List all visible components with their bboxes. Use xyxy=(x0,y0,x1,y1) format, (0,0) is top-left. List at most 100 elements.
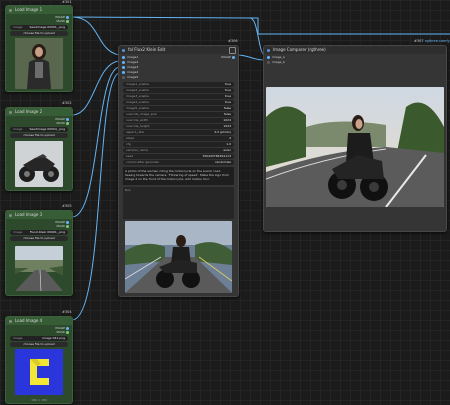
image-file-select[interactable]: image Seedimage 00001_.png xyxy=(10,25,68,30)
node-title-bar[interactable]: Image Comparer (rgthree) xyxy=(264,46,446,54)
image-file-select[interactable]: image image 041.png xyxy=(10,336,68,341)
widget-key: cfg xyxy=(126,142,131,146)
image-file-select[interactable]: image Seedimage 00004_.png xyxy=(10,127,68,132)
node-title: Load Image 3 xyxy=(15,212,43,217)
node-title-bar[interactable]: Load Image 2 xyxy=(6,108,72,116)
status-panel: Run xyxy=(123,187,234,219)
image-file-select[interactable]: image Flux2-Klein 00001_.png xyxy=(10,230,68,235)
upload-button[interactable]: choose file to upload xyxy=(10,236,68,241)
widget-value: false xyxy=(223,112,231,116)
widget-key: seed xyxy=(126,154,134,158)
node-title: Image Comparer (rgthree) xyxy=(273,47,326,52)
node-id: #304 xyxy=(62,310,72,314)
widget-image5-enable[interactable]: image5_enable false xyxy=(123,106,234,111)
widget-key: aspect_ratio xyxy=(126,130,145,134)
widget-value: 3:2 (photo) xyxy=(214,130,231,134)
widget-key: image xyxy=(13,230,23,234)
node-id: #302 xyxy=(62,101,72,105)
widget-value: true xyxy=(224,88,231,92)
widget-image3-enable[interactable]: image3_enable true xyxy=(123,94,234,99)
node-title-bar[interactable]: Load Image 4 xyxy=(6,317,72,325)
widget-seed[interactable]: seed 700443784391113 xyxy=(123,154,234,159)
widget-key: image xyxy=(13,25,23,29)
flux-klein-edit-node[interactable]: fal Flux2 Klein Edit image1 image2 image… xyxy=(118,45,239,297)
widget-key: override_width xyxy=(126,118,149,122)
widget-value: 700443784391113 xyxy=(202,154,231,158)
node-canvas[interactable]: Load Image 1 IMAGE MASK image Seedimage … xyxy=(0,0,450,405)
widget-key: image1_enable xyxy=(126,82,149,86)
load-image-1-node[interactable]: Load Image 1 IMAGE MASK image Seedimage … xyxy=(5,5,73,92)
widget-value: Seedimage 00004_.png xyxy=(29,127,65,131)
input-slots: image1 image2 image3 image4 image5 xyxy=(119,55,179,80)
comparison-image[interactable] xyxy=(266,87,444,207)
load-image-4-node[interactable]: Load Image 4 IMAGE MASK image image 041.… xyxy=(5,316,73,404)
widget-key: image3_enable xyxy=(126,94,149,98)
widget-cfg[interactable]: cfg 1.0 xyxy=(123,142,234,147)
logo-c-icon xyxy=(15,349,63,395)
widget-key: sampler_name xyxy=(126,148,149,152)
widget-value: 4 xyxy=(229,136,231,140)
logo-preview-image xyxy=(15,349,63,395)
collapse-dot[interactable] xyxy=(122,48,125,52)
widget-value: 1024 xyxy=(223,124,231,128)
generated-moto-image xyxy=(125,221,232,293)
widget-override-image-size[interactable]: override_image_size false xyxy=(123,112,234,117)
widget-control-after-generate[interactable]: control after generate randomize xyxy=(123,160,234,165)
widget-key: override_height xyxy=(126,124,150,128)
prompt-textarea[interactable]: A photo of the woman riding the motorcyc… xyxy=(123,167,234,185)
widget-key: image xyxy=(13,127,23,131)
node-title-bar[interactable]: Load Image 1 xyxy=(6,6,72,14)
widget-image4-enable[interactable]: image4_enable true xyxy=(123,100,234,105)
output-mask[interactable]: MASK xyxy=(56,121,69,125)
widget-override-height[interactable]: override_height 1024 xyxy=(123,124,234,129)
collapse-dot[interactable] xyxy=(9,110,12,114)
input-slot-image-b[interactable]: image_b xyxy=(264,60,285,65)
widget-value: euler xyxy=(223,148,231,152)
widget-override-width[interactable]: override_width 1024 xyxy=(123,118,234,123)
widget-key: control after generate xyxy=(126,160,159,164)
widget-key: image5_enable xyxy=(126,106,149,110)
output-image[interactable]: IMAGE xyxy=(221,55,235,59)
widget-aspect-ratio[interactable]: aspect_ratio 3:2 (photo) xyxy=(123,130,234,135)
collapse-dot[interactable] xyxy=(9,319,12,323)
motorcycle-image xyxy=(15,141,63,187)
comparison-moto-image xyxy=(266,87,444,207)
load-image-3-node[interactable]: Load Image 3 IMAGE MASK image Flux2-Klei… xyxy=(5,210,73,296)
image-size-caption: 180 × 180 xyxy=(31,398,47,402)
collapse-dot[interactable] xyxy=(9,8,12,12)
widget-sampler-name[interactable]: sampler_name euler xyxy=(123,148,234,153)
woman-figure-image xyxy=(15,38,63,89)
node-title-bar[interactable]: Load Image 3 xyxy=(6,211,72,219)
image-comparer-node[interactable]: Image Comparer (rgthree) image_a image_b xyxy=(263,45,447,232)
collapse-dot[interactable] xyxy=(9,213,12,217)
widget-key: image xyxy=(13,336,23,340)
node-id: #307 xyxy=(414,39,424,43)
road-image xyxy=(15,246,63,291)
widget-key: steps xyxy=(126,136,135,140)
status-label: Run xyxy=(125,188,131,192)
widget-value: image 041.png xyxy=(42,336,65,340)
widget-key: override_image_size xyxy=(126,112,157,116)
load-image-2-node[interactable]: Load Image 2 IMAGE MASK image Seedimage … xyxy=(5,107,73,191)
output-mask[interactable]: MASK xyxy=(56,19,69,23)
widget-image2-enable[interactable]: image2_enable true xyxy=(123,88,234,93)
upload-button[interactable]: choose file to upload xyxy=(10,133,68,138)
upload-button[interactable]: choose file to upload xyxy=(10,31,68,36)
input-slot-image5[interactable]: image5 xyxy=(119,75,179,80)
node-title-bar[interactable]: fal Flux2 Klein Edit xyxy=(119,46,238,54)
widget-value: true xyxy=(224,82,231,86)
output-mask[interactable]: MASK xyxy=(56,224,69,228)
widget-key: image4_enable xyxy=(126,100,149,104)
node-title: Load Image 4 xyxy=(15,318,43,323)
preview-image xyxy=(15,246,63,291)
node-id: #305 xyxy=(62,204,72,208)
source-badge: rgthree.comfy xyxy=(425,39,450,43)
node-menu-icon[interactable] xyxy=(229,47,236,54)
upload-button[interactable]: choose file to upload xyxy=(10,342,68,347)
widget-image1-enable[interactable]: image1_enable true xyxy=(123,82,234,87)
node-title: Load Image 2 xyxy=(15,109,43,114)
node-title: fal Flux2 Klein Edit xyxy=(128,47,166,52)
output-mask[interactable]: MASK xyxy=(56,330,69,334)
widget-steps[interactable]: steps 4 xyxy=(123,136,234,141)
collapse-dot[interactable] xyxy=(267,48,270,52)
